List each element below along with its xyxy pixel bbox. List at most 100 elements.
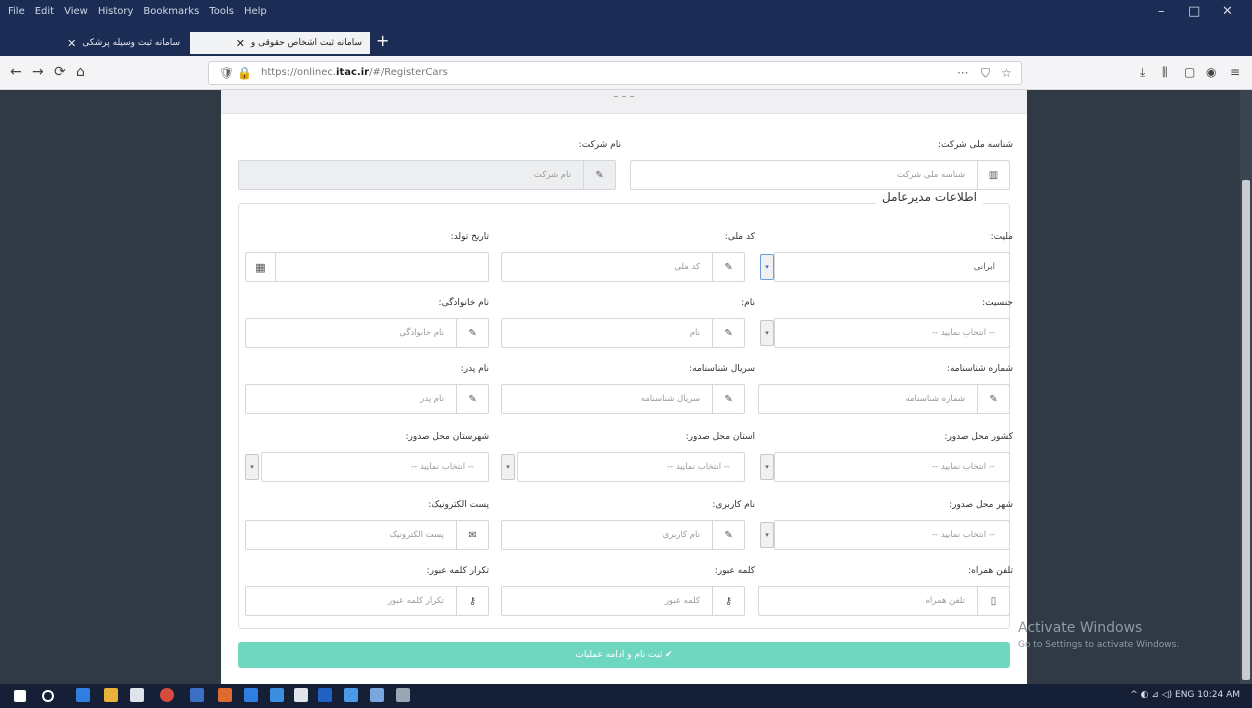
url-bar[interactable]: 🛡 🔒 https://onlinec.itac.ir/#/RegisterCa… xyxy=(208,61,1022,85)
edge-icon[interactable] xyxy=(76,688,90,702)
nationality-label: ملیت: xyxy=(990,232,1013,242)
card-header: – – – xyxy=(221,90,1027,114)
calendar-icon[interactable]: ▦ xyxy=(246,253,276,281)
nationality-dropdown-button[interactable]: ▾ xyxy=(760,254,774,280)
issue-province-dropdown-button[interactable]: ▾ xyxy=(501,454,515,480)
page-background-left xyxy=(0,90,221,684)
password-label: کلمه عبور: xyxy=(714,566,755,576)
menu-file[interactable]: File xyxy=(8,6,25,17)
pocket-icon[interactable]: ⛉ xyxy=(981,66,990,81)
issue-county-select[interactable]: -- انتخاب نمایید -- xyxy=(261,452,489,482)
gender-dropdown-button[interactable]: ▾ xyxy=(760,320,774,346)
url-text: https://onlinec.itac.ir/#/RegisterCars xyxy=(261,67,448,78)
start-icon[interactable] xyxy=(14,690,26,702)
id-serial-label: سریال شناسنامه: xyxy=(689,364,755,374)
gender-select[interactable]: -- انتخاب نمایید -- xyxy=(774,318,1010,348)
tab-medical-device[interactable]: سامانه ثبت وسیله پرشکی ✕ xyxy=(40,32,188,54)
mobile-label: تلفن همراه: xyxy=(968,566,1013,576)
page-background-right xyxy=(1027,90,1252,684)
menu-edit[interactable]: Edit xyxy=(35,6,54,17)
company-name-input[interactable]: ✎ نام شرکت xyxy=(238,160,616,190)
menu-items: File Edit View History Bookmarks Tools H… xyxy=(8,6,267,17)
phone-icon: ▯ xyxy=(977,587,1009,615)
lock-icon[interactable]: 🔒 xyxy=(237,66,252,80)
submit-button[interactable]: ✔ ثبت نام و ادامه عملیات xyxy=(238,642,1010,668)
notepad-icon[interactable] xyxy=(294,688,308,702)
menu-history[interactable]: History xyxy=(98,6,134,17)
app-icon[interactable] xyxy=(270,688,284,702)
key-icon: ⚷ xyxy=(456,587,488,615)
opera-icon[interactable] xyxy=(160,688,174,702)
issue-province-select[interactable]: -- انتخاب نمایید -- xyxy=(517,452,745,482)
search-icon[interactable] xyxy=(42,690,54,702)
menu-tools[interactable]: Tools xyxy=(209,6,234,17)
hamburger-menu-icon[interactable]: ≡ xyxy=(1230,65,1240,79)
pencil-icon: ✎ xyxy=(456,385,488,413)
minimize-button[interactable]: – xyxy=(1158,4,1165,19)
shield-icon[interactable]: 🛡 xyxy=(219,66,234,80)
mobile-input[interactable]: ▯ تلفن همراه xyxy=(758,586,1010,616)
company-name-label: نام شرکت: xyxy=(578,140,621,150)
company-id-input[interactable]: ▥ شناسه ملی شرکت xyxy=(630,160,1010,190)
account-icon[interactable]: ◉ xyxy=(1206,65,1216,79)
nationality-select[interactable]: ایرانی xyxy=(774,252,1010,282)
mail-icon[interactable] xyxy=(190,688,204,702)
bookmark-star-icon[interactable]: ☆ xyxy=(1001,66,1012,80)
activate-windows-hint: Go to Settings to activate Windows. xyxy=(1018,640,1180,650)
national-code-input[interactable]: ✎ کد ملی xyxy=(501,252,745,282)
app-icon[interactable] xyxy=(318,688,332,702)
first-name-label: نام: xyxy=(741,298,755,308)
birth-date-input[interactable]: ▦ xyxy=(245,252,489,282)
more-icon[interactable]: ··· xyxy=(957,66,968,80)
issue-county-dropdown-button[interactable]: ▾ xyxy=(245,454,259,480)
username-label: نام کاربری: xyxy=(712,500,755,510)
taskbar: ^ ◐ ⊿ ◁) ENG 10:24 AM xyxy=(0,684,1252,708)
app-icon[interactable] xyxy=(370,688,384,702)
firefox-icon[interactable] xyxy=(218,688,232,702)
home-icon[interactable]: ⌂ xyxy=(76,64,85,80)
library-icon[interactable]: ⫼ xyxy=(1162,65,1168,80)
father-name-label: نام پدر: xyxy=(460,364,489,374)
id-serial-input[interactable]: ✎ سریال شناسنامه xyxy=(501,384,745,414)
system-tray[interactable]: ^ ◐ ⊿ ◁) ENG 10:24 AM xyxy=(1130,690,1240,700)
sidebar-icon[interactable]: ▢ xyxy=(1184,65,1195,79)
issue-county-label: شهرستان محل صدور: xyxy=(405,432,489,442)
password-confirm-label: تکرار کلمه عبور: xyxy=(426,566,489,576)
issue-country-dropdown-button[interactable]: ▾ xyxy=(760,454,774,480)
back-icon[interactable]: ← xyxy=(10,64,22,80)
app-icon[interactable] xyxy=(244,688,258,702)
password-input[interactable]: ⚷ کلمه عبور xyxy=(501,586,745,616)
last-name-input[interactable]: ✎ نام خانوادگی xyxy=(245,318,489,348)
new-tab-button[interactable]: + xyxy=(376,31,389,50)
menu-view[interactable]: View xyxy=(64,6,88,17)
menu-bar: File Edit View History Bookmarks Tools H… xyxy=(0,0,1252,28)
email-input[interactable]: ✉ پست الکترونیک xyxy=(245,520,489,550)
reload-icon[interactable]: ⟳ xyxy=(54,64,66,80)
issue-country-select[interactable]: -- انتخاب نمایید -- xyxy=(774,452,1010,482)
username-input[interactable]: ✎ نام کاربری xyxy=(501,520,745,550)
key-icon: ⚷ xyxy=(712,587,744,615)
issue-province-label: استان محل صدور: xyxy=(685,432,755,442)
forward-icon[interactable]: → xyxy=(32,64,44,80)
tab-legal-entities[interactable]: سامانه ثبت اشخاص حقوقی و ✕ xyxy=(190,32,370,54)
barcode-icon: ▥ xyxy=(977,161,1009,189)
downloads-icon[interactable]: ⤓ xyxy=(1140,65,1145,80)
menu-bookmarks[interactable]: Bookmarks xyxy=(143,6,199,17)
scrollbar-thumb[interactable] xyxy=(1242,180,1250,680)
issue-city-select[interactable]: -- انتخاب نمایید -- xyxy=(774,520,1010,550)
father-name-input[interactable]: ✎ نام پدر xyxy=(245,384,489,414)
close-window-button[interactable]: ✕ xyxy=(1222,4,1233,19)
password-confirm-input[interactable]: ⚷ تکرار کلمه عبور xyxy=(245,586,489,616)
menu-help[interactable]: Help xyxy=(244,6,267,17)
store-icon[interactable] xyxy=(130,688,144,702)
maximize-button[interactable]: □ xyxy=(1188,4,1200,19)
issue-city-dropdown-button[interactable]: ▾ xyxy=(760,522,774,548)
tab-close-icon[interactable]: ✕ xyxy=(236,37,245,50)
tab-label: سامانه ثبت وسیله پرشکی xyxy=(82,38,180,48)
tab-close-icon[interactable]: ✕ xyxy=(67,37,76,50)
first-name-input[interactable]: ✎ نام xyxy=(501,318,745,348)
folder-icon[interactable] xyxy=(104,688,118,702)
app-icon[interactable] xyxy=(344,688,358,702)
id-number-input[interactable]: ✎ شماره شناسنامه xyxy=(758,384,1010,414)
app-icon[interactable] xyxy=(396,688,410,702)
